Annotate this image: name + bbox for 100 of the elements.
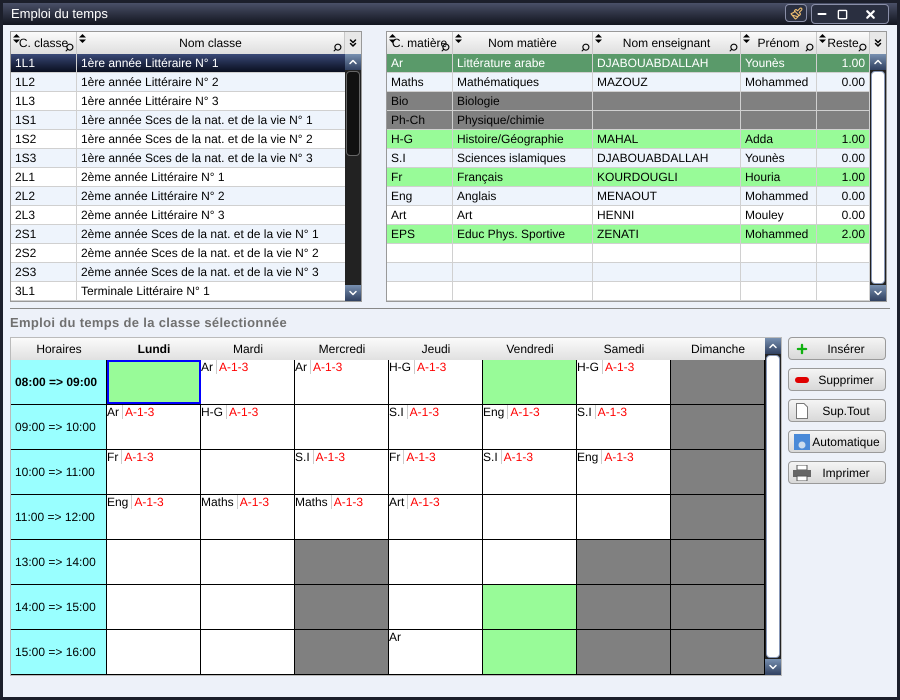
table-row[interactable]: Maths Mathématiques MAZOUZ Mohammed 0.00 xyxy=(387,73,870,92)
timetable-cell[interactable] xyxy=(577,585,671,629)
table-row[interactable]: 1S2 1ère année Sces de la nat. et de la vie N° 2 xyxy=(11,130,345,149)
action-button[interactable]: Sup.Tout xyxy=(788,399,886,422)
timetable-cell[interactable] xyxy=(671,405,765,449)
timetable-cell[interactable]: H-G A-1-3 xyxy=(201,405,295,449)
scroll-up-icon[interactable] xyxy=(870,54,886,70)
expand-icon[interactable] xyxy=(345,32,361,54)
timetable-cell[interactable] xyxy=(483,585,577,629)
timetable-cell[interactable]: H-G A-1-3 xyxy=(577,360,671,404)
table-row[interactable]: 1L1 1ère année Littéraire N° 1 xyxy=(11,54,345,73)
sort-icon[interactable] xyxy=(819,34,826,43)
table-row[interactable]: 2L2 2ème année Littéraire N° 2 xyxy=(11,187,345,206)
table-row[interactable]: Art Art HENNI Mouley 0.00 xyxy=(387,206,870,225)
table-row[interactable]: 1S3 1ère année Sces de la nat. et de la vie N° 3 xyxy=(11,149,345,168)
table-row[interactable]: H-G Histoire/Géographie MAHAL Adda 1.00 xyxy=(387,130,870,149)
table-row[interactable]: 1L2 1ère année Littéraire N° 2 xyxy=(11,73,345,92)
sort-icon[interactable] xyxy=(13,34,20,43)
scroll-down-icon[interactable] xyxy=(765,659,781,675)
timetable-cell[interactable]: Eng A-1-3 xyxy=(107,495,201,539)
timetable-cell[interactable]: S.I A-1-3 xyxy=(389,405,483,449)
timetable-cell[interactable] xyxy=(295,630,389,674)
timetable-cell[interactable]: Maths A-1-3 xyxy=(295,495,389,539)
table-row[interactable]: S.I Sciences islamiques DJABOUABDALLAH Younès 0.00 xyxy=(387,149,870,168)
scrollbar[interactable] xyxy=(765,338,781,675)
table-row[interactable]: Eng Anglais MENAOUT Mohammed 0.00 xyxy=(387,187,870,206)
timetable-cell[interactable] xyxy=(107,360,201,404)
time-slot: 10:00 => 11:00 xyxy=(15,463,95,481)
timetable-cell[interactable] xyxy=(295,585,389,629)
scrollbar[interactable] xyxy=(345,54,361,301)
timetable-cell[interactable] xyxy=(671,630,765,674)
table-row[interactable]: Fr Français KOURDOUGLI Houria 1.00 xyxy=(387,168,870,187)
timetable-cell[interactable]: Ar A-1-3 xyxy=(107,405,201,449)
table-row[interactable]: 2S2 2ème année Sces de la nat. et de la vie N° 2 xyxy=(11,244,345,263)
timetable-cell[interactable] xyxy=(577,540,671,584)
table-cell: Houria xyxy=(745,170,780,184)
expand-icon[interactable] xyxy=(870,32,886,54)
timetable-cell[interactable]: S.I A-1-3 xyxy=(295,450,389,494)
search-icon[interactable] xyxy=(858,43,867,52)
scroll-up-icon[interactable] xyxy=(765,338,781,354)
timetable-cell[interactable]: Ar A-1-3 xyxy=(201,360,295,404)
timetable-cell[interactable] xyxy=(671,540,765,584)
table-row[interactable]: EPS Educ Phys. Sportive ZENATI Mohammed 2.00 xyxy=(387,225,870,244)
column-header[interactable]: Nom enseignant xyxy=(593,32,741,54)
timetable-cell[interactable]: Eng A-1-3 xyxy=(577,450,671,494)
search-icon[interactable] xyxy=(333,43,342,52)
timetable-cell[interactable]: H-G A-1-3 xyxy=(389,360,483,404)
table-row[interactable]: 2L3 2ème année Littéraire N° 3 xyxy=(11,206,345,225)
timetable-cell[interactable] xyxy=(671,360,765,404)
scroll-down-icon[interactable] xyxy=(870,285,886,301)
timetable-cell[interactable]: Eng A-1-3 xyxy=(483,405,577,449)
action-button[interactable]: Supprimer xyxy=(788,368,886,391)
scroll-down-icon[interactable] xyxy=(345,285,361,301)
sort-icon[interactable] xyxy=(79,34,86,43)
table-row[interactable]: 2S3 2ème année Sces de la nat. et de la vie N° 3 xyxy=(11,263,345,282)
sort-icon[interactable] xyxy=(743,34,750,43)
table-cell: 1S2 xyxy=(11,130,77,148)
timetable-cell[interactable] xyxy=(295,540,389,584)
table-row[interactable]: 1S1 1ère année Sces de la nat. et de la vie N° 1 xyxy=(11,111,345,130)
table-row[interactable]: 2L1 2ème année Littéraire N° 1 xyxy=(11,168,345,187)
sort-icon[interactable] xyxy=(595,34,602,43)
search-icon[interactable] xyxy=(805,43,814,52)
timetable-cell[interactable] xyxy=(577,630,671,674)
scroll-thumb[interactable] xyxy=(346,71,360,156)
timetable-cell[interactable] xyxy=(671,495,765,539)
timetable-cell[interactable] xyxy=(483,360,577,404)
timetable-cell[interactable]: Fr A-1-3 xyxy=(107,450,201,494)
timetable-cell[interactable]: Maths A-1-3 xyxy=(201,495,295,539)
table-row[interactable]: 2S1 2ème année Sces de la nat. et de la vie N° 1 xyxy=(11,225,345,244)
timetable-cell[interactable] xyxy=(671,585,765,629)
column-header[interactable]: C. classe xyxy=(11,32,77,54)
timetable-cell[interactable]: Ar A-1-3 xyxy=(295,360,389,404)
timetable-cell[interactable]: Ar xyxy=(389,630,483,674)
table-cell: 0.00 xyxy=(842,151,865,165)
search-icon[interactable] xyxy=(581,43,590,52)
column-header[interactable]: Nom matière xyxy=(453,32,593,54)
scroll-thumb[interactable] xyxy=(871,71,885,284)
table-row[interactable]: 3L1 Terminale Littéraire N° 1 xyxy=(11,282,345,301)
timetable-cell[interactable] xyxy=(483,630,577,674)
scroll-thumb[interactable] xyxy=(766,355,780,658)
scroll-up-icon[interactable] xyxy=(345,54,361,70)
search-icon[interactable] xyxy=(729,43,738,52)
action-button[interactable]: Insérer xyxy=(788,337,886,360)
column-header[interactable]: Prénom xyxy=(741,32,817,54)
scrollbar[interactable] xyxy=(870,54,886,301)
column-header[interactable]: Reste xyxy=(817,32,870,54)
timetable-cell[interactable] xyxy=(671,450,765,494)
sort-icon[interactable] xyxy=(455,34,462,43)
table-row[interactable]: Ph-Ch Physique/chimie xyxy=(387,111,870,130)
table-row[interactable]: Bio Biologie xyxy=(387,92,870,111)
timetable-cell[interactable]: Fr A-1-3 xyxy=(389,450,483,494)
column-header[interactable]: Nom classe xyxy=(77,32,345,54)
timetable-cell[interactable]: S.I A-1-3 xyxy=(483,450,577,494)
table-row[interactable]: 1L3 1ère année Littéraire N° 3 xyxy=(11,92,345,111)
table-cell: Mathématiques xyxy=(457,75,540,89)
brush-icon[interactable] xyxy=(785,4,807,22)
timetable-cell[interactable]: S.I A-1-3 xyxy=(577,405,671,449)
timetable-cell[interactable]: Art A-1-3 xyxy=(389,495,483,539)
action-button[interactable]: Imprimer xyxy=(788,461,886,484)
action-button[interactable]: Automatique xyxy=(788,430,886,453)
